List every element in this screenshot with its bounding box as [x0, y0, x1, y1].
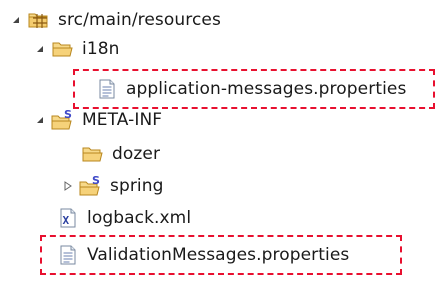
spring-folder-icon: S: [79, 174, 103, 198]
expanded-triangle-icon[interactable]: [34, 114, 46, 126]
tree-item-src-main-resources[interactable]: src/main/resources: [10, 6, 221, 34]
collapsed-triangle-icon[interactable]: [62, 180, 74, 192]
tree-item-label: logback.xml: [87, 208, 192, 228]
tree-item-meta-inf[interactable]: S META-INF: [34, 106, 162, 134]
folder-open-icon: [51, 37, 75, 61]
expanded-triangle-icon[interactable]: [10, 14, 22, 26]
svg-text:S: S: [92, 175, 100, 187]
spring-folder-icon: S: [51, 108, 75, 132]
project-explorer-tree: src/main/resources i18n application-mess…: [0, 0, 437, 282]
tree-item-i18n[interactable]: i18n: [34, 35, 120, 63]
highlight-box: [40, 235, 402, 275]
tree-item-label: META-INF: [82, 110, 163, 130]
tree-item-label: i18n: [82, 39, 120, 59]
tree-item-logback-xml[interactable]: X logback.xml: [56, 204, 191, 232]
svg-text:X: X: [63, 214, 70, 227]
folder-open-icon: [81, 142, 105, 166]
tree-item-label: dozer: [112, 144, 161, 164]
highlight-box: [73, 69, 435, 109]
tree-item-label: src/main/resources: [58, 10, 221, 30]
tree-item-spring[interactable]: S spring: [62, 172, 164, 200]
tree-item-dozer[interactable]: dozer: [81, 140, 160, 168]
expanded-triangle-icon[interactable]: [34, 43, 46, 55]
svg-text:S: S: [64, 109, 72, 121]
package-folder-icon: [27, 8, 51, 32]
tree-item-label: spring: [110, 176, 164, 196]
xml-file-icon: X: [56, 206, 80, 230]
